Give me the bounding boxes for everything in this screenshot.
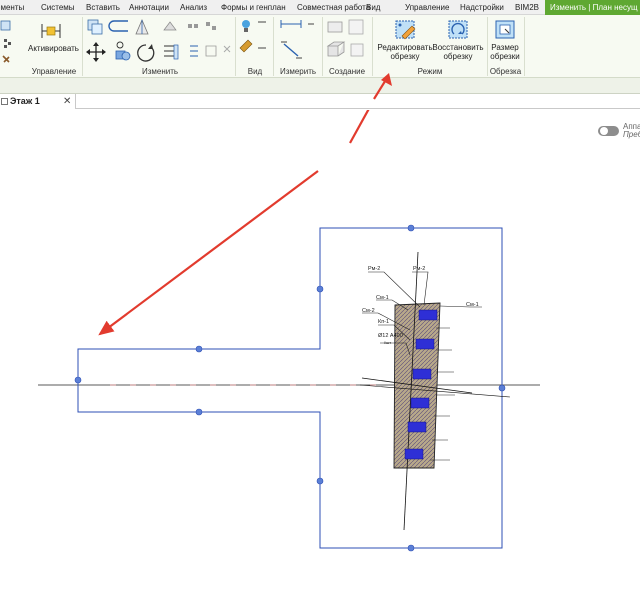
annotation-arrow-to-crop xyxy=(98,170,319,336)
tag-rebar: Ø12 А400 xyxy=(378,333,403,339)
tag-kn: Кп-1 xyxy=(378,319,389,325)
crop-region-boundary[interactable] xyxy=(77,227,503,549)
crop-grips[interactable] xyxy=(74,224,506,552)
tag-sm-right: См-1 xyxy=(466,302,479,308)
tag-rm-right: Рм-2 xyxy=(413,266,425,272)
annotation-arrow-to-ribbon xyxy=(349,110,370,144)
plan-drawing: Рм-2 Рм-2 См-1 См-2 См-1 Кп-1 Ø12 А400 l… xyxy=(38,110,540,552)
annotation-arrow-overlay xyxy=(373,73,392,100)
tag-sm-left-top: См-1 xyxy=(376,295,389,301)
drawing-canvas[interactable]: Аппа Преб xyxy=(0,110,640,603)
tag-rm-left: Рм-2 xyxy=(368,266,380,272)
tag-sm-left: См-2 xyxy=(362,308,375,314)
beam-element[interactable] xyxy=(359,251,511,531)
tag-rebar-sub: l/шт xyxy=(384,340,391,345)
